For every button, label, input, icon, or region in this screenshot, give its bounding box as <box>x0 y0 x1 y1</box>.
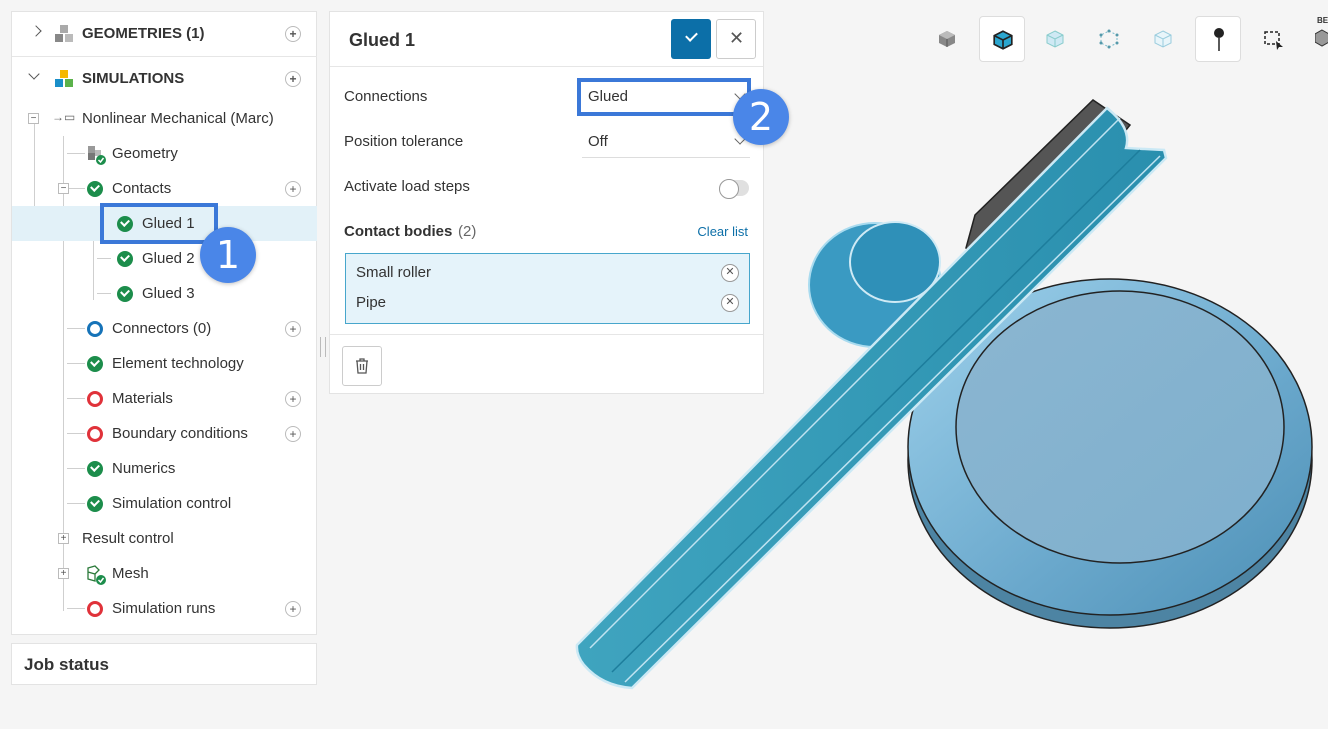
collapse-toggle[interactable]: − <box>28 113 39 124</box>
view-solid-button[interactable] <box>924 16 970 62</box>
position-tolerance-label: Position tolerance <box>344 133 464 150</box>
add-simulation-run-button[interactable]: + <box>285 601 301 617</box>
callout-1: 1 <box>200 227 256 283</box>
pin-icon <box>1214 28 1224 51</box>
connections-label: Connections <box>344 88 428 105</box>
tree-section-geometries[interactable]: GEOMETRIES (1) + <box>12 16 317 51</box>
contact-body-item: Small roller <box>356 264 432 281</box>
add-material-button[interactable]: + <box>285 391 301 407</box>
view-wireframe-button[interactable] <box>1140 16 1186 62</box>
status-ok-icon <box>117 286 133 302</box>
3d-model-viewport[interactable] <box>560 90 1328 700</box>
activate-load-steps-label: Activate load steps <box>344 178 470 195</box>
tree-section-label: GEOMETRIES (1) <box>82 25 205 42</box>
body-select-icon <box>1315 29 1328 47</box>
tree-item-label: Contacts <box>112 180 172 197</box>
status-ok-icon <box>87 496 103 512</box>
tree-item-label: Nonlinear Mechanical (Marc) <box>82 110 274 127</box>
simulation-cubes-icon <box>55 70 73 87</box>
chevron-right-icon[interactable] <box>30 25 42 37</box>
tree-item-label: Glued 3 <box>142 285 195 302</box>
tree-item-result-control[interactable]: + Result control <box>12 521 317 556</box>
tree-section-label: SIMULATIONS <box>82 70 185 87</box>
tree-item-label: Simulation control <box>112 495 232 512</box>
close-icon: ✕ <box>729 28 745 48</box>
cube-solid-icon <box>939 31 955 47</box>
tree-item-label: Simulation runs <box>112 600 216 617</box>
chevron-down-icon[interactable] <box>28 68 40 80</box>
tree-item-glued-2[interactable]: Glued 2 <box>12 241 317 276</box>
view-solid-edges-button[interactable] <box>979 16 1025 62</box>
status-ok-icon <box>87 461 103 477</box>
tree-item-glued-3[interactable]: Glued 3 <box>12 276 317 311</box>
add-contact-button[interactable]: + <box>285 181 301 197</box>
tree-item-label: Boundary conditions <box>112 425 248 442</box>
tree-item-label: Materials <box>112 390 173 407</box>
large-disk-top[interactable] <box>955 290 1285 564</box>
status-ok-icon <box>87 181 103 197</box>
tree-item-connectors[interactable]: Connectors (0) + <box>12 311 317 346</box>
contact-body-item: Pipe <box>356 294 387 311</box>
view-points-button[interactable] <box>1086 16 1132 62</box>
tree-item-label: Geometry <box>112 145 178 162</box>
tree-item-simulation-control[interactable]: Simulation control <box>12 486 317 521</box>
delete-button[interactable] <box>342 346 382 386</box>
tree-item-label: Connectors (0) <box>112 320 212 337</box>
tree-item-nonlinear-mechanical[interactable]: − →▭ Nonlinear Mechanical (Marc) <box>12 101 317 136</box>
status-info-icon <box>87 321 103 337</box>
tree-item-simulation-runs[interactable]: Simulation runs + <box>12 591 317 626</box>
status-error-icon <box>87 601 103 617</box>
close-button[interactable]: ✕ <box>716 19 756 59</box>
tree-item-mesh[interactable]: + Mesh <box>12 556 317 591</box>
trash-icon <box>356 358 368 374</box>
contact-bodies-count: (2) <box>458 223 477 240</box>
selection-mode-button[interactable]: BE <box>1301 16 1328 62</box>
point-probe-button[interactable] <box>1195 16 1241 62</box>
mesh-check-icon <box>87 565 106 585</box>
cube-transparent-icon <box>1046 30 1064 48</box>
tree-item-label: Glued 2 <box>142 250 195 267</box>
cube-points-icon <box>1099 29 1119 49</box>
badge: BE <box>1317 16 1328 25</box>
status-error-icon <box>87 426 103 442</box>
tree-item-geometry[interactable]: Geometry <box>12 136 317 171</box>
collapse-toggle[interactable]: − <box>58 183 69 194</box>
add-connector-button[interactable]: + <box>285 321 301 337</box>
tree-item-boundary-conditions[interactable]: Boundary conditions + <box>12 416 317 451</box>
highlight-glued-1 <box>100 203 218 244</box>
tree-item-element-technology[interactable]: Element technology <box>12 346 317 381</box>
check-icon <box>685 29 698 42</box>
job-status-title: Job status <box>24 655 110 674</box>
add-simulation-button[interactable]: + <box>285 71 301 87</box>
expand-toggle[interactable]: + <box>58 568 69 579</box>
tree-item-label: Mesh <box>112 565 149 582</box>
add-geometry-button[interactable]: + <box>285 26 301 42</box>
tree-item-label: Numerics <box>112 460 176 477</box>
status-ok-icon <box>117 251 133 267</box>
status-error-icon <box>87 391 103 407</box>
simulation-tree-panel: GEOMETRIES (1) + SIMULATIONS + − →▭ Nonl… <box>11 11 317 635</box>
tree-item-label: Element technology <box>112 355 244 372</box>
view-transparent-button[interactable] <box>1032 16 1078 62</box>
expand-toggle[interactable]: + <box>58 533 69 544</box>
analysis-type-icon: →▭ <box>52 110 76 124</box>
job-status-panel[interactable]: Job status <box>11 643 317 685</box>
cube-wireframe-icon <box>1154 30 1172 48</box>
tree-section-simulations[interactable]: SIMULATIONS + <box>12 61 317 96</box>
tree-item-materials[interactable]: Materials + <box>12 381 317 416</box>
tree-item-contacts[interactable]: − Contacts + <box>12 171 317 206</box>
cube-edges-icon <box>993 30 1013 50</box>
tree-item-label: Result control <box>82 530 174 547</box>
confirm-button[interactable] <box>671 19 711 59</box>
status-ok-icon <box>87 356 103 372</box>
box-select-button[interactable] <box>1250 16 1296 62</box>
tree-item-numerics[interactable]: Numerics <box>12 451 317 486</box>
geometry-check-icon <box>88 146 106 165</box>
add-boundary-condition-button[interactable]: + <box>285 426 301 442</box>
panel-title: Glued 1 <box>349 30 416 50</box>
geometry-cubes-icon <box>55 25 73 42</box>
panel-resize-handle[interactable] <box>320 337 326 357</box>
box-select-icon <box>1264 31 1283 50</box>
contact-bodies-label: Contact bodies <box>344 223 453 240</box>
